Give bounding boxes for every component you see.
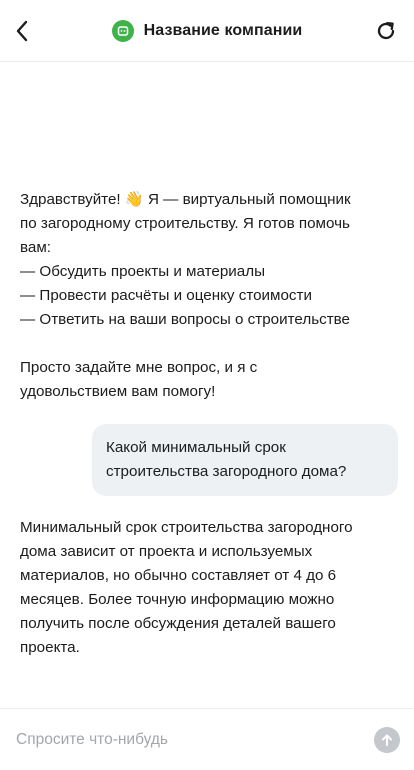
message-list: Здравствуйте! 👋 Я — виртуальный помощник… xyxy=(0,62,414,708)
message-paragraph: Здравствуйте! 👋 Я — виртуальный помощник… xyxy=(20,188,400,332)
message-line: Минимальный срок строительства загородно… xyxy=(20,519,353,536)
chevron-left-icon xyxy=(16,20,28,42)
message-line: получить после обсуждения деталей вашего xyxy=(20,615,336,632)
message-line: вам: xyxy=(20,239,52,256)
message-line: строительства загородного дома? xyxy=(106,463,347,480)
message-line: Просто задайте мне вопрос, и я с xyxy=(20,359,258,376)
bot-icon xyxy=(111,19,134,42)
message-line: — Обсудить проекты и материалы xyxy=(20,263,265,280)
message-line: Какой минимальный срок xyxy=(106,439,286,456)
assistant-message: Здравствуйте! 👋 Я — виртуальный помощник… xyxy=(20,188,400,404)
composer xyxy=(0,708,414,770)
message-line: по загородному строительству. Я готов по… xyxy=(20,215,350,232)
refresh-button[interactable] xyxy=(372,17,400,45)
company-brand: Название компании xyxy=(111,19,303,42)
message-line: — Ответить на ваши вопросы о строительст… xyxy=(20,311,351,328)
message-line: удовольствием вам помогу! xyxy=(20,383,216,400)
refresh-icon xyxy=(377,22,395,40)
message-paragraph: Просто задайте мне вопрос, и я с удоволь… xyxy=(20,356,400,404)
header: Название компании xyxy=(0,0,414,62)
message-input[interactable] xyxy=(16,719,356,760)
chat-screen: Название компании Здравствуйте! 👋 Я — ви… xyxy=(0,0,414,770)
message-line: месяцев. Более точную информацию можно xyxy=(20,591,335,608)
message-line: проекта. xyxy=(20,639,80,656)
company-name: Название компании xyxy=(143,21,303,39)
send-button[interactable] xyxy=(374,727,400,753)
message-line: Здравствуйте! 👋 Я — виртуальный помощник xyxy=(20,191,351,208)
user-message: Какой минимальный срок строительства заг… xyxy=(92,424,398,496)
message-line: — Провести расчёты и оценку стоимости xyxy=(20,287,312,304)
message-line: дома зависит от проекта и используемых xyxy=(20,543,313,560)
message-line: материалов, но обычно составляет от 4 до… xyxy=(20,567,337,584)
back-button[interactable] xyxy=(8,15,36,47)
arrow-up-icon xyxy=(382,734,392,746)
assistant-message: Минимальный срок строительства загородно… xyxy=(20,516,400,660)
